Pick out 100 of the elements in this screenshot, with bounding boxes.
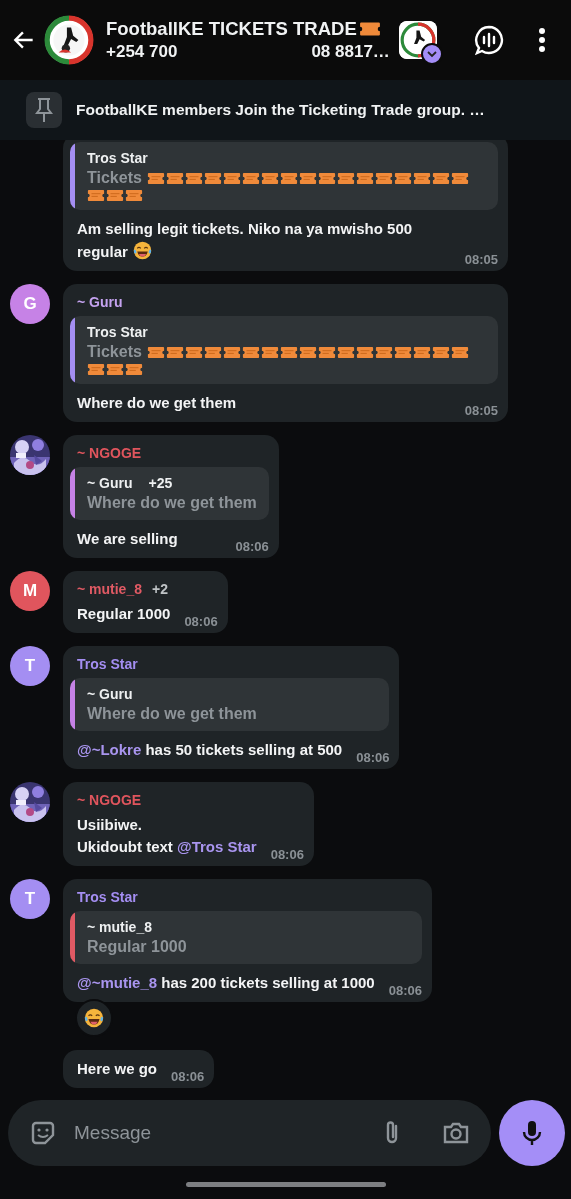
chat-subtitle: 08 8817… bbox=[311, 42, 390, 62]
quoted-text: Regular 1000 bbox=[87, 938, 188, 956]
ticket-icon bbox=[355, 345, 374, 359]
quoted-phone: +25 bbox=[148, 475, 173, 491]
message-bubble[interactable]: Here we go 08:06 bbox=[63, 1050, 215, 1088]
sender-name: ~ mutie_8 bbox=[77, 581, 142, 597]
ticket-icon bbox=[298, 171, 317, 185]
quoted-sender: Tros Star bbox=[87, 324, 148, 340]
message-text: Regular 1000 bbox=[77, 604, 171, 624]
message-time: 08:06 bbox=[270, 847, 304, 862]
ticket-icon bbox=[317, 171, 336, 185]
mention-link[interactable]: @~mutie_8 bbox=[77, 974, 158, 991]
ticket-icon bbox=[374, 171, 393, 185]
quoted-message[interactable]: Tros Star Tickets bbox=[70, 142, 498, 210]
sender-name: Tros Star bbox=[77, 889, 138, 905]
ticket-icon bbox=[450, 345, 469, 359]
sender-name: ~ NGOGE bbox=[77, 792, 142, 808]
ticket-icon bbox=[87, 189, 105, 202]
ticket-icon bbox=[336, 171, 355, 185]
ticket-icon bbox=[336, 345, 355, 359]
ticket-icon bbox=[298, 345, 317, 359]
laughing-face-icon bbox=[83, 1007, 105, 1029]
message-text: Here we go bbox=[77, 1059, 158, 1079]
message-bubble[interactable]: ~ mutie_8 +2 Regular 1000 08:06 bbox=[63, 571, 228, 633]
ticket-icon bbox=[358, 21, 381, 37]
ticket-icon bbox=[203, 345, 222, 359]
message-text: Where do we get them bbox=[77, 393, 237, 413]
message-time: 08:06 bbox=[235, 539, 269, 554]
ticket-icon bbox=[260, 345, 279, 359]
more-options-icon[interactable] bbox=[537, 26, 547, 54]
quoted-sender: ~ mutie_8 bbox=[87, 919, 152, 935]
ticket-icon bbox=[279, 171, 298, 185]
sender-name: ~ Guru bbox=[77, 294, 123, 310]
message-input[interactable]: Message bbox=[72, 1121, 363, 1145]
mention-link[interactable]: @~Lokre bbox=[77, 741, 142, 758]
ticket-icon bbox=[317, 345, 336, 359]
quoted-message[interactable]: ~ Guru +25 Where do we get them bbox=[70, 467, 269, 520]
quoted-text: Where do we get them bbox=[87, 705, 258, 723]
message-text: Usiibiwe. Ukidoubt text @Tros Star bbox=[77, 815, 257, 857]
ticket-icon bbox=[87, 363, 105, 376]
message-time: 08:06 bbox=[184, 614, 218, 629]
message-text: Am selling legit tickets. Niko na ya mwisho 500 regular bbox=[77, 219, 414, 263]
ticket-icon bbox=[222, 345, 241, 359]
mention-link[interactable]: @Tros Star bbox=[177, 838, 257, 855]
ticket-icon bbox=[165, 171, 184, 185]
quoted-text: Tickets bbox=[87, 343, 142, 361]
message-text: @~mutie_8 has 200 tickets selling at 1000 bbox=[77, 973, 375, 993]
message-bubble[interactable]: Tros Star ~ Guru Where do we get them @~Lokre has 50 tickets selling at 500 08:06 bbox=[63, 646, 400, 769]
voice-chat-icon[interactable] bbox=[473, 24, 505, 56]
ticket-icon bbox=[106, 363, 124, 376]
chevron-down-icon[interactable] bbox=[421, 43, 443, 65]
ticket-icon bbox=[222, 171, 241, 185]
ticket-icon bbox=[374, 345, 393, 359]
quoted-message[interactable]: ~ mutie_8 Regular 1000 bbox=[70, 911, 422, 964]
ticket-icon bbox=[279, 345, 298, 359]
message-time: 08:05 bbox=[464, 403, 498, 418]
ticket-icon bbox=[241, 345, 260, 359]
ticket-icon bbox=[203, 171, 222, 185]
quoted-message[interactable]: ~ Guru Where do we get them bbox=[70, 678, 390, 731]
ticket-icon bbox=[184, 345, 203, 359]
ticket-icon bbox=[412, 171, 431, 185]
message-time: 08:05 bbox=[464, 252, 498, 267]
message-bubble[interactable]: Tros Star Tickets Am selling legit tickets. Niko na ya mwisho 500 regular 08:05 bbox=[63, 140, 508, 271]
quoted-text: Tickets bbox=[87, 169, 142, 187]
pin-icon[interactable] bbox=[26, 92, 62, 128]
ticket-icon bbox=[165, 345, 184, 359]
ticket-icon bbox=[106, 189, 124, 202]
ticket-icon bbox=[241, 171, 260, 185]
ticket-icon bbox=[450, 171, 469, 185]
quoted-text: Where do we get them bbox=[87, 494, 257, 512]
message-bubble[interactable]: ~ NGOGE Usiibiwe. Ukidoubt text @Tros Star 08:06 bbox=[63, 782, 314, 866]
avatar[interactable]: M bbox=[10, 571, 50, 611]
message-text: @~Lokre has 50 tickets selling at 500 bbox=[77, 740, 343, 760]
ticket-icon bbox=[412, 345, 431, 359]
message-bubble[interactable]: ~ Guru Tros Star Tickets Where do we get them 08:05 bbox=[63, 284, 508, 422]
ticket-icon bbox=[125, 189, 143, 202]
message-time: 08:06 bbox=[356, 750, 390, 765]
message-bubble[interactable]: Tros Star ~ mutie_8 Regular 1000 @~mutie_8 has 200 tickets selling at 1000 08:06 bbox=[63, 879, 432, 1002]
message-time: 08:06 bbox=[171, 1069, 205, 1084]
sender-phone: +2 bbox=[152, 581, 168, 597]
laughing-face-icon bbox=[132, 240, 154, 261]
ticket-icon bbox=[431, 345, 450, 359]
quoted-sender: ~ Guru bbox=[87, 475, 133, 491]
ticket-icon bbox=[393, 171, 412, 185]
club-logo-icon bbox=[44, 15, 94, 65]
sender-name: ~ NGOGE bbox=[77, 445, 142, 461]
ticket-icon bbox=[125, 363, 143, 376]
message-text: We are selling bbox=[77, 529, 178, 549]
ticket-icon bbox=[393, 345, 412, 359]
ticket-icon bbox=[355, 171, 374, 185]
quoted-message[interactable]: Tros Star Tickets bbox=[70, 316, 498, 384]
chat-title[interactable]: FootballKE TICKETS TRADE bbox=[106, 18, 357, 40]
message-bubble[interactable]: ~ NGOGE ~ Guru +25 Where do we get them We are selling 08:06 bbox=[63, 435, 279, 558]
quoted-sender: ~ Guru bbox=[87, 686, 133, 702]
ticket-icon bbox=[146, 171, 165, 185]
ticket-icon bbox=[431, 171, 450, 185]
ticket-icon bbox=[184, 171, 203, 185]
chat-subtitle: +254 700 bbox=[106, 42, 178, 62]
quoted-sender: Tros Star bbox=[87, 150, 148, 166]
ticket-icon bbox=[260, 171, 279, 185]
